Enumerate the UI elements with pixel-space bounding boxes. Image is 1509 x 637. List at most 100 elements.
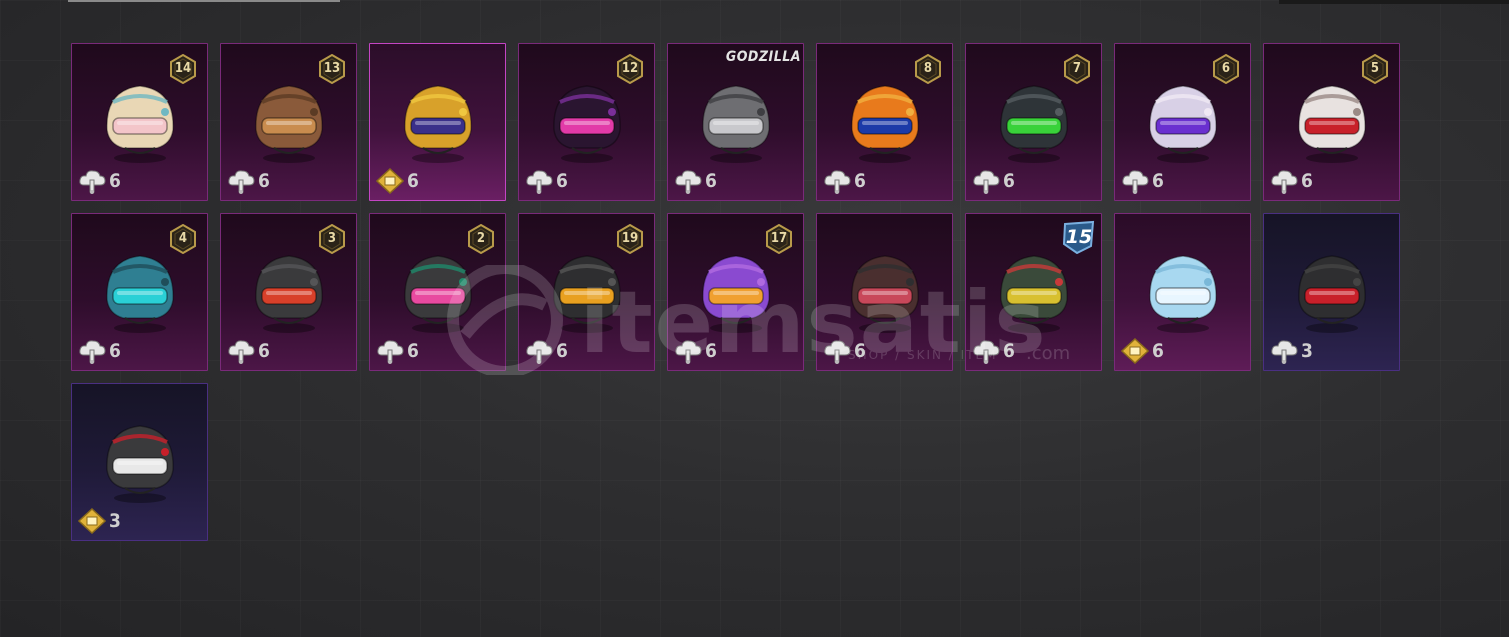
tier-shield-icon: 15: [1061, 220, 1097, 255]
item-count: 6: [1003, 170, 1015, 192]
inventory-slot-purple-flame-helmet[interactable]: 6 6: [1114, 43, 1251, 201]
tier-number: 15: [1065, 226, 1093, 248]
level-badge: 8: [914, 54, 942, 84]
slot-footer: 6: [78, 168, 121, 194]
inventory-slot-steampunk-helmet[interactable]: 13 6: [220, 43, 357, 201]
level-badge: 12: [616, 54, 644, 84]
level-number: 17: [770, 231, 788, 246]
inventory-slot-clownfish-helmet[interactable]: 8 6: [816, 43, 953, 201]
gold-coupon-icon: [77, 507, 107, 535]
inventory-slot-robot-helmet[interactable]: 15 6: [965, 213, 1102, 371]
cloud-upgrade-icon: [78, 168, 106, 194]
level-number: 3: [327, 231, 337, 246]
inventory-slot-cat-helmet[interactable]: 14 6: [71, 43, 208, 201]
level-badge: 3: [318, 224, 346, 254]
item-count: 6: [1003, 340, 1015, 362]
inventory-slot-godzilla-helmet[interactable]: GODZILLA 6: [667, 43, 804, 201]
cyclops-helmet-icon: [95, 242, 185, 342]
cloud-upgrade-icon: [823, 168, 851, 194]
cloud-upgrade-icon: [525, 168, 553, 194]
item-count: 6: [556, 170, 568, 192]
inventory-slot-samurai-helmet[interactable]: 5 6: [1263, 43, 1400, 201]
slot-footer: 6: [1120, 337, 1164, 365]
level-badge: 6: [1212, 54, 1240, 84]
slot-footer: 3: [1270, 338, 1313, 364]
top-right-edge: [1279, 0, 1509, 4]
inventory-slot-pharaoh-helmet[interactable]: 6: [369, 43, 506, 201]
brand-logo: GODZILLA: [725, 49, 801, 65]
level-number: 13: [323, 61, 341, 76]
cloud-upgrade-icon: [674, 338, 702, 364]
cloud-upgrade-icon: [227, 168, 255, 194]
inventory-slot-neon-bunny-helmet[interactable]: 12 6: [518, 43, 655, 201]
item-count: 6: [1301, 170, 1313, 192]
clownfish-helmet-icon: [840, 72, 930, 172]
slot-footer: 6: [525, 168, 568, 194]
slot-footer: 6: [1270, 168, 1313, 194]
level-number: 8: [923, 61, 933, 76]
neon-bunny-helmet-icon: [542, 72, 632, 172]
pink-punk-helmet-icon: [393, 242, 483, 342]
inventory-slot-purple-fluffy-helmet[interactable]: 17 6: [667, 213, 804, 371]
item-count: 6: [705, 170, 717, 192]
gold-coupon-icon: [1120, 337, 1150, 365]
inventory-slot-ice-helmet[interactable]: 6: [1114, 213, 1251, 371]
robot-helmet-icon: [989, 242, 1079, 342]
item-count: 6: [1152, 170, 1164, 192]
inventory-slot-green-visor-helmet[interactable]: 7 6: [965, 43, 1102, 201]
dragon-helmet-icon: [840, 242, 930, 342]
item-count: 6: [1152, 340, 1164, 362]
level-badge: 17: [765, 224, 793, 254]
level-number: 7: [1072, 61, 1082, 76]
inventory-slot-pink-punk-helmet[interactable]: 2 6: [369, 213, 506, 371]
top-scroll-indicator: [68, 0, 340, 2]
cat-helmet-icon: [95, 72, 185, 172]
item-count: 6: [407, 170, 419, 192]
item-count: 3: [109, 510, 121, 532]
pharaoh-helmet-icon: [393, 72, 483, 172]
level-number: 6: [1221, 61, 1231, 76]
inventory-slot-dragon-helmet[interactable]: 6: [816, 213, 953, 371]
level-number: 14: [174, 61, 192, 76]
item-count: 6: [109, 170, 121, 192]
level-number: 5: [1370, 61, 1380, 76]
inventory-slot-shark-helmet[interactable]: 19 6: [518, 213, 655, 371]
cloud-upgrade-icon: [823, 338, 851, 364]
inventory-slot-cyclops-helmet[interactable]: 4 6: [71, 213, 208, 371]
cloud-upgrade-icon: [227, 338, 255, 364]
level-badge: 4: [169, 224, 197, 254]
slot-footer: 6: [823, 168, 866, 194]
slot-footer: 6: [227, 168, 270, 194]
slot-footer: 6: [375, 167, 419, 195]
inventory-slot-led-helmet[interactable]: 3: [71, 383, 208, 541]
level-badge: 19: [616, 224, 644, 254]
slot-footer: 6: [674, 168, 717, 194]
godzilla-helmet-icon: [691, 72, 781, 172]
slot-footer: 6: [674, 338, 717, 364]
slot-footer: 6: [525, 338, 568, 364]
level-badge: 5: [1361, 54, 1389, 84]
shark-helmet-icon: [542, 242, 632, 342]
red-visor-helmet-icon: [244, 242, 334, 342]
item-count: 6: [854, 170, 866, 192]
slot-footer: 6: [823, 338, 866, 364]
ice-helmet-icon: [1138, 242, 1228, 342]
item-count: 6: [705, 340, 717, 362]
inventory-slot-red-visor-helmet[interactable]: 3 6: [220, 213, 357, 371]
level-number: 12: [621, 61, 639, 76]
purple-flame-helmet-icon: [1138, 72, 1228, 172]
slot-footer: 6: [972, 338, 1015, 364]
samurai-helmet-icon: [1287, 72, 1377, 172]
slot-footer: 6: [227, 338, 270, 364]
item-count: 6: [258, 170, 270, 192]
slot-footer: 3: [77, 507, 121, 535]
level-badge: 14: [169, 54, 197, 84]
level-badge: 2: [467, 224, 495, 254]
inventory-slot-red-stripe-helmet[interactable]: 3: [1263, 213, 1400, 371]
gold-coupon-icon: [375, 167, 405, 195]
cloud-upgrade-icon: [674, 168, 702, 194]
cloud-upgrade-icon: [1121, 168, 1149, 194]
steampunk-helmet-icon: [244, 72, 334, 172]
slot-footer: 6: [1121, 168, 1164, 194]
led-helmet-icon: [95, 412, 185, 512]
